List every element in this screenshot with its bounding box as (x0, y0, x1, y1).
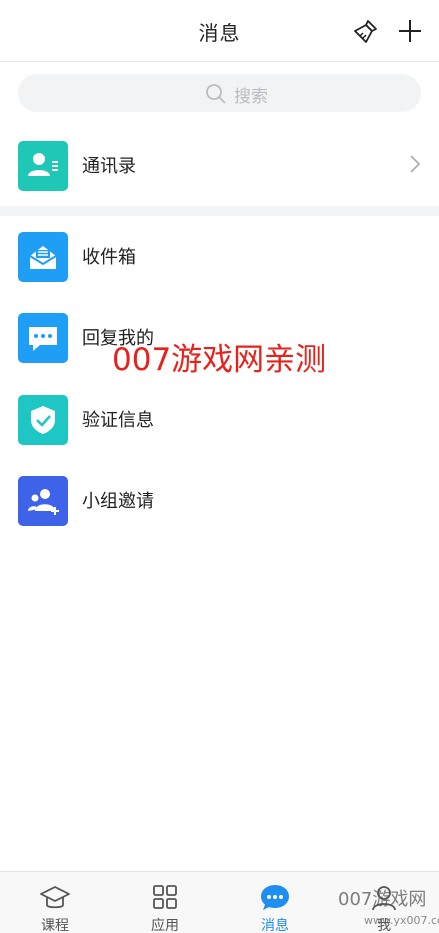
apps-grid-icon (153, 885, 177, 909)
tab-label: 应用 (151, 918, 179, 933)
group-invite-icon (18, 476, 68, 526)
list-item-label: 收件箱 (82, 247, 136, 268)
corner-watermark-url: www.yx007.com (364, 914, 439, 927)
list-item-contacts[interactable]: 通讯录 (0, 134, 439, 196)
inbox-icon (18, 232, 68, 282)
top-bar: 消息 (0, 0, 439, 62)
broom-icon[interactable] (352, 18, 380, 46)
list-item-label: 小组邀请 (82, 491, 154, 512)
shield-check-icon (18, 395, 68, 445)
chevron-right-icon (410, 155, 421, 173)
tab-course[interactable]: 课程 (0, 872, 110, 933)
tab-label: 课程 (41, 918, 69, 933)
watermark-text: 007游戏网亲测 (112, 342, 327, 378)
search-input[interactable]: 搜索 (18, 74, 421, 112)
list-item-inbox[interactable]: 收件箱 (0, 225, 439, 287)
graduation-cap-icon (40, 886, 70, 909)
list-item-label: 通讯录 (82, 156, 136, 177)
search-placeholder: 搜索 (234, 87, 268, 107)
list-item-label: 验证信息 (82, 410, 154, 431)
list-item-verification[interactable]: 验证信息 (0, 388, 439, 450)
list-item-group-invite[interactable]: 小组邀请 (0, 469, 439, 531)
tab-label: 消息 (261, 918, 289, 933)
reply-icon (18, 313, 68, 363)
corner-watermark: 007游戏网 (338, 889, 427, 910)
chat-bubble-icon (261, 885, 289, 910)
contacts-icon (18, 141, 68, 191)
plus-icon[interactable] (397, 18, 423, 44)
tab-messages[interactable]: 消息 (220, 872, 330, 933)
tab-apps[interactable]: 应用 (110, 872, 220, 933)
section-divider (0, 206, 439, 216)
search-icon (206, 84, 226, 104)
